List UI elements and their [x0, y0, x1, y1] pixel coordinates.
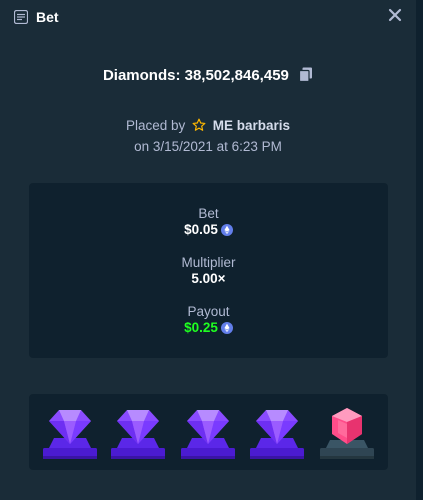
- diamond-tile-icon: [250, 410, 304, 459]
- bet-slip-icon: [14, 10, 28, 24]
- bet-label: Bet: [198, 206, 219, 221]
- placed-by-prefix: Placed by: [125, 118, 186, 133]
- modal-header: Bet: [14, 9, 59, 25]
- payout-label: Payout: [187, 304, 230, 319]
- eth-coin-icon: [220, 224, 233, 236]
- placed-by-line: Placed by ME barbaris: [0, 118, 416, 133]
- bet-value: $0.05: [184, 222, 218, 237]
- multiplier-label: Multiplier: [181, 255, 236, 270]
- modal-title: Bet: [36, 9, 59, 25]
- diamond-tile-icon: [181, 410, 235, 459]
- bet-stat: Bet $0.05: [29, 206, 388, 238]
- payout-stat: Payout $0.25: [29, 304, 388, 336]
- close-icon[interactable]: [388, 8, 402, 22]
- bet-amount-label: Diamonds: 38,502,846,459: [102, 67, 289, 84]
- eth-coin-icon: [220, 322, 233, 334]
- bet-date: on 3/15/2021 at 6:23 PM: [134, 139, 282, 154]
- diamond-tile-icon: [43, 410, 97, 459]
- pink-gem-tile-icon: [320, 408, 374, 459]
- payout-value: $0.25: [184, 320, 218, 335]
- copy-icon[interactable]: [299, 67, 313, 82]
- bet-stats-panel: Bet $0.05 Multiplier 5.00× Payout $0.25: [29, 183, 388, 358]
- star-icon: [192, 118, 206, 131]
- bet-amount: Diamonds: 38,502,846,459: [0, 67, 416, 84]
- payout-value-row: $0.25: [29, 320, 388, 336]
- diamond-tile-icon: [111, 410, 165, 459]
- bet-value-row: $0.05: [29, 222, 388, 238]
- multiplier-value: 5.00×: [191, 271, 226, 286]
- scrollbar-track[interactable]: [416, 0, 423, 500]
- multiplier-stat: Multiplier 5.00×: [29, 255, 388, 287]
- username-link[interactable]: ME barbaris: [213, 118, 290, 133]
- bet-modal: Bet Diamonds: 38,502,846,459 Placed by M…: [0, 0, 416, 500]
- result-tiles: [29, 394, 388, 470]
